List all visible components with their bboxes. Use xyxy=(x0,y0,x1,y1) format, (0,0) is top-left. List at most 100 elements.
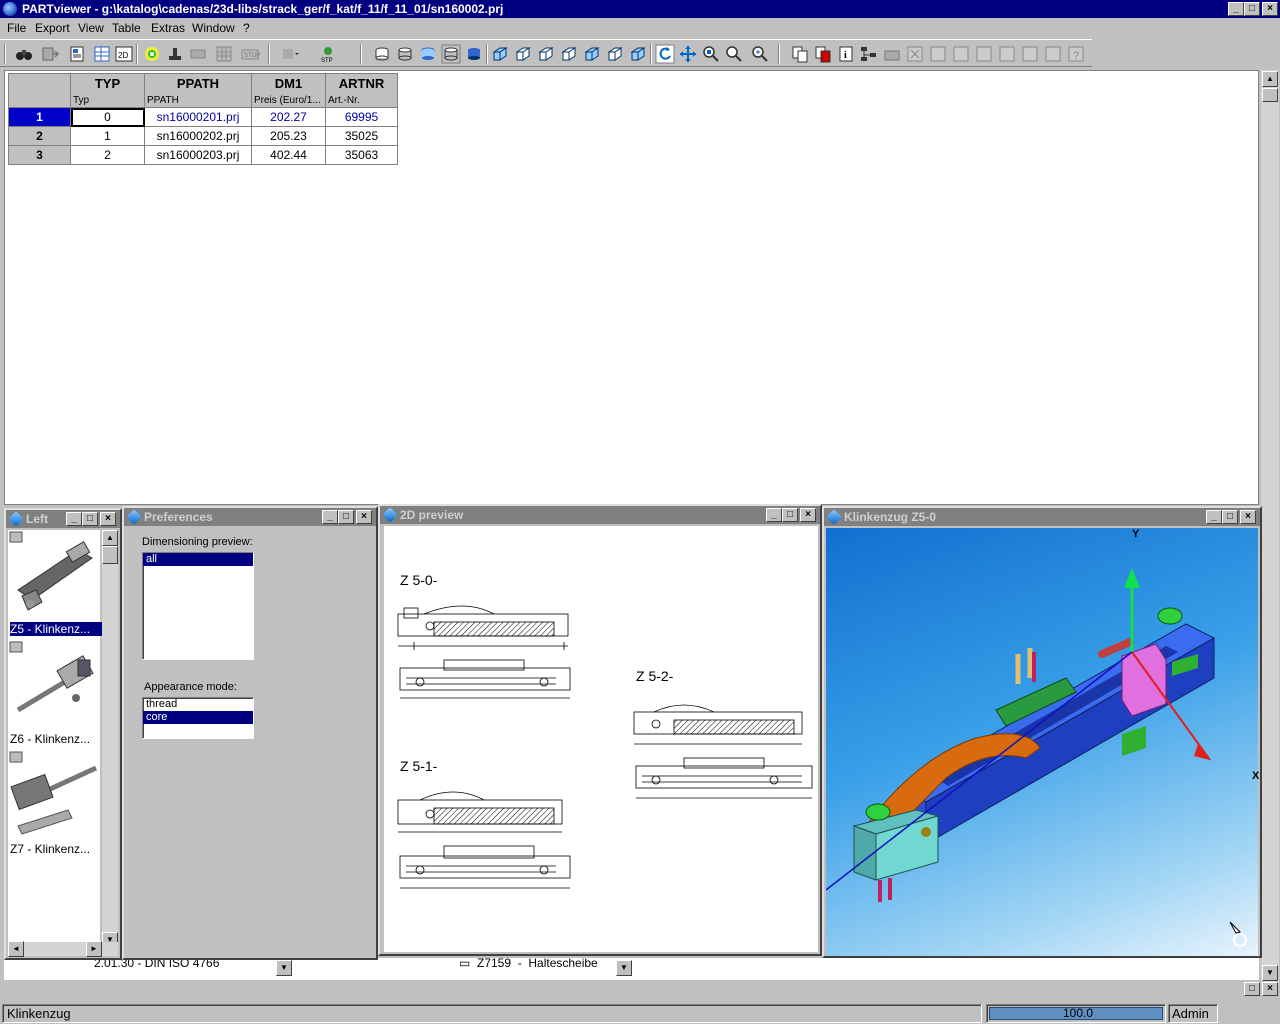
cell-ppath[interactable]: sn16000201.prj xyxy=(144,107,252,127)
strip-right-text[interactable]: Z7159 - Haltescheibe xyxy=(477,956,598,970)
2d-drawing-canvas[interactable]: Z 5-0- Z 5-2- Z 5-1- xyxy=(384,526,818,952)
strip-scroll-down-icon-2[interactable]: ▼ xyxy=(616,960,632,976)
row-header[interactable]: 1 xyxy=(8,107,71,127)
export-dropdown-icon[interactable] xyxy=(280,44,300,64)
help-icon[interactable]: ? xyxy=(1066,44,1086,64)
thumbnail-label-z6[interactable]: Z6 - Klinkenz... xyxy=(10,732,102,746)
view-iso-1-icon[interactable] xyxy=(490,44,510,64)
view-iso-4-icon[interactable] xyxy=(559,44,579,64)
row-header[interactable]: 3 xyxy=(8,145,71,165)
left-window-vscrollbar[interactable]: ▲ ▼ xyxy=(102,530,118,948)
scroll-thumb[interactable] xyxy=(1262,88,1278,102)
copy-icon[interactable] xyxy=(790,44,810,64)
scroll-up-arrow-icon[interactable]: ▲ xyxy=(102,530,118,546)
strip-scroll-down-icon[interactable]: ▼ xyxy=(276,960,292,976)
column-header-artnr[interactable]: ARTNR Art.-Nr. xyxy=(325,73,398,108)
row-header[interactable]: 2 xyxy=(8,126,71,146)
grey-icon-1[interactable] xyxy=(928,44,948,64)
cell-typ[interactable]: 2 xyxy=(70,145,145,165)
grey-icon-5[interactable] xyxy=(1020,44,1040,64)
table-icon[interactable] xyxy=(92,44,112,64)
2d-preview-titlebar[interactable]: 2D preview _ □ × xyxy=(380,506,820,524)
cell-artnr[interactable]: 35063 xyxy=(325,145,398,165)
3d-view-titlebar[interactable]: Klinkenzug Z5-0 _ □ × xyxy=(824,508,1260,526)
column-header-typ[interactable]: TYP Typ xyxy=(70,73,145,108)
column-header-dm1[interactable]: DM1 Preis (Euro/1... xyxy=(251,73,326,108)
cylinder-hidden-icon[interactable] xyxy=(418,44,438,64)
binoculars-icon[interactable] xyxy=(14,44,34,64)
2d-view-icon[interactable]: 2D xyxy=(114,44,134,64)
view-iso-5-icon[interactable] xyxy=(582,44,602,64)
minimize-button[interactable]: _ xyxy=(1228,2,1244,16)
pan-icon[interactable] xyxy=(678,44,698,64)
menu-export[interactable]: Export xyxy=(35,21,70,35)
left-close-button[interactable]: × xyxy=(100,512,116,526)
preferences-min-button[interactable]: _ xyxy=(322,510,338,524)
left-window-hscrollbar[interactable]: ◄ ► xyxy=(8,941,118,957)
preferences-titlebar[interactable]: Preferences _ □ × xyxy=(124,508,376,526)
tree-icon[interactable] xyxy=(859,44,879,64)
grid-icon[interactable] xyxy=(214,44,234,64)
zoom-all-icon[interactable] xyxy=(724,44,744,64)
scroll-down-arrow-icon[interactable]: ▼ xyxy=(1262,965,1278,981)
left-min-button[interactable]: _ xyxy=(66,512,82,526)
thumbnail-label-z7[interactable]: Z7 - Klinkenz... xyxy=(10,842,102,856)
3d-close-button[interactable]: × xyxy=(1240,510,1256,524)
list-item[interactable]: thread xyxy=(143,698,253,711)
table-row[interactable]: 2 1 sn16000202.prj 205.23 35025 xyxy=(8,126,398,146)
view-iso-2-icon[interactable] xyxy=(513,44,533,64)
zoom-window-icon[interactable] xyxy=(701,44,721,64)
phone-icon[interactable] xyxy=(882,44,902,64)
dimensioning-preview-list[interactable]: all xyxy=(142,552,254,660)
formula-icon[interactable] xyxy=(905,44,925,64)
left-window-titlebar[interactable]: Left _ □ × xyxy=(6,510,120,528)
table-row[interactable]: 1 0 sn16000201.prj 202.27 69995 xyxy=(8,107,398,127)
corner-header[interactable] xyxy=(8,73,71,108)
maximize-button[interactable]: □ xyxy=(1244,2,1260,16)
close-button[interactable]: × xyxy=(1262,2,1278,16)
grey-icon-2[interactable] xyxy=(951,44,971,64)
lower-max-button[interactable]: □ xyxy=(1244,982,1260,996)
main-vertical-scrollbar[interactable]: ▲ ▼ xyxy=(1261,70,1279,985)
menu-extras[interactable]: Extras xyxy=(151,21,185,35)
cylinder-wire-icon[interactable] xyxy=(395,44,415,64)
zoom-icon[interactable] xyxy=(750,44,770,64)
table-row[interactable]: 3 2 sn16000203.prj 402.44 35063 xyxy=(8,145,398,165)
cell-dm1[interactable]: 205.23 xyxy=(251,126,326,146)
partviewer-app-icon[interactable] xyxy=(3,2,17,16)
view-iso-3-icon[interactable] xyxy=(536,44,556,64)
import-icon[interactable] xyxy=(40,44,60,64)
menu-window[interactable]: Window xyxy=(192,21,235,35)
column-header-ppath[interactable]: PPATH PPATH xyxy=(144,73,252,108)
2d-min-button[interactable]: _ xyxy=(766,508,782,522)
3d-min-button[interactable]: _ xyxy=(1206,510,1222,524)
cylinder-solid-icon[interactable] xyxy=(464,44,484,64)
appearance-mode-list[interactable]: thread core xyxy=(142,697,254,739)
grey-icon-3[interactable] xyxy=(974,44,994,64)
grey-icon-6[interactable] xyxy=(1043,44,1063,64)
view-iso-6-icon[interactable] xyxy=(605,44,625,64)
step-export-icon[interactable]: STP xyxy=(318,44,338,64)
list-item[interactable]: all xyxy=(143,553,253,566)
cylinder-icon[interactable] xyxy=(372,44,392,64)
scroll-up-arrow-icon[interactable]: ▲ xyxy=(1262,71,1278,87)
cell-ppath[interactable]: sn16000203.prj xyxy=(144,145,252,165)
cell-ppath[interactable]: sn16000202.prj xyxy=(144,126,252,146)
3d-max-button[interactable]: □ xyxy=(1222,510,1238,524)
preferences-close-button[interactable]: × xyxy=(356,510,372,524)
cell-artnr[interactable]: 35025 xyxy=(325,126,398,146)
scroll-left-arrow-icon[interactable]: ◄ xyxy=(8,941,24,957)
scroll-thumb[interactable] xyxy=(102,546,118,564)
menu-view[interactable]: View xyxy=(78,21,104,35)
document-icon[interactable] xyxy=(67,44,87,64)
list-item[interactable]: core xyxy=(143,711,253,724)
menu-help[interactable]: ? xyxy=(243,21,250,35)
stop-icon[interactable]: STOP xyxy=(240,44,260,64)
view-iso-7-icon[interactable] xyxy=(628,44,648,64)
menu-file[interactable]: File xyxy=(7,21,26,35)
cell-typ[interactable]: 1 xyxy=(70,126,145,146)
lower-close-button[interactable]: × xyxy=(1262,982,1278,996)
thumbnail-label-z5[interactable]: Z5 - Klinkenz... xyxy=(9,621,103,637)
info-icon[interactable]: i xyxy=(836,44,856,64)
2d-max-button[interactable]: □ xyxy=(782,508,798,522)
